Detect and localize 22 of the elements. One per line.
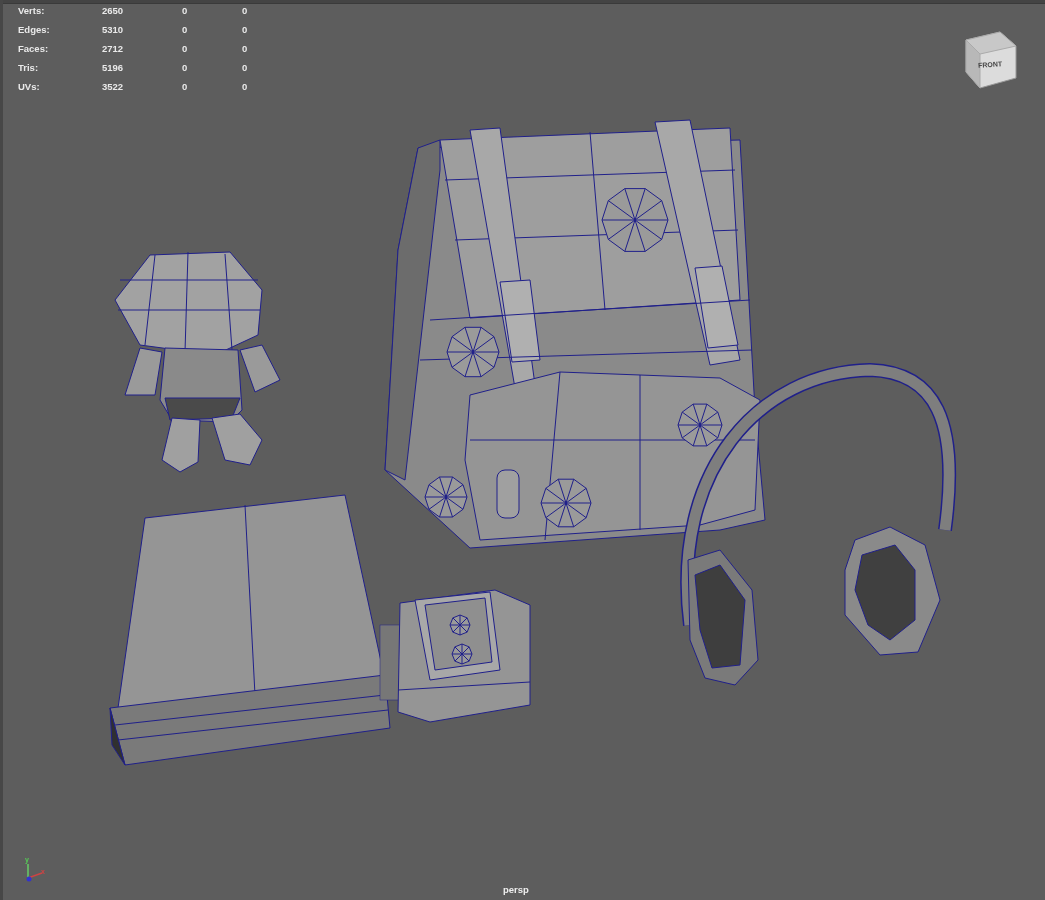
hud-stat-value: 2650 [102,4,125,17]
hud-stat-value: 5196 [102,61,125,74]
hud-stat-value: 0 [242,80,249,93]
hud-stat-value: 0 [182,61,189,74]
hud-stat-value: 0 [242,42,249,55]
hud-stat-value: 0 [182,42,189,55]
hud-stat-value: 0 [182,4,189,17]
hud-stat-value: 5310 [102,23,125,36]
hud-stat-value: 3522 [102,80,125,93]
hud-stat-value: 0 [182,23,189,36]
hud-stat-label: Faces: [18,42,50,55]
hud-stat-value: 2712 [102,42,125,55]
hud-stat-value: 0 [182,80,189,93]
camera-label: persp [503,884,529,895]
view-cube-icon[interactable] [964,28,1018,90]
hud-stat-label: UVs: [18,80,41,93]
hud-stat-value: 0 [242,23,249,36]
hud-stat-value: 0 [242,61,249,74]
hud-stat-label: Edges: [18,23,51,36]
hud-stat-label: Tris: [18,61,40,74]
hud-stat-value: 0 [242,4,249,17]
hud-stat-label: Verts: [18,4,46,17]
